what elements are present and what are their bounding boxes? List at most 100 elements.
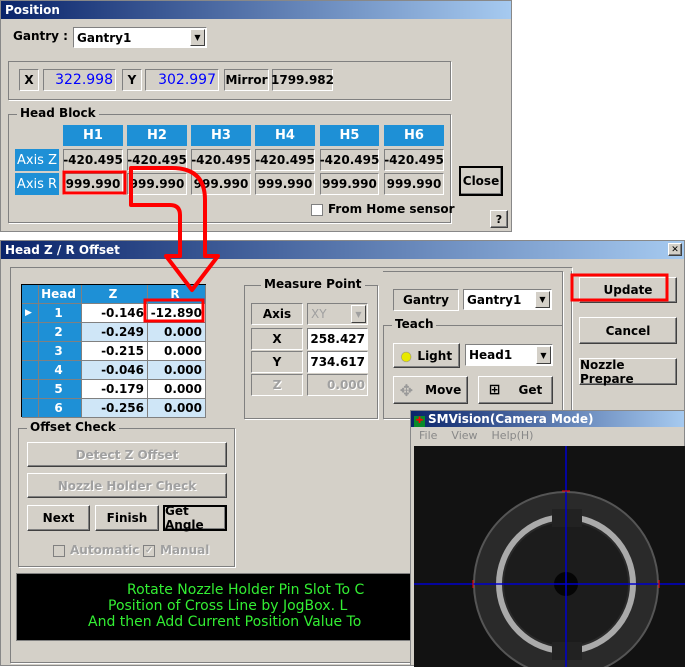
offset-gantry-value: Gantry1 — [467, 292, 522, 307]
measure-axis-value: XY — [311, 307, 327, 321]
checkbox-icon[interactable] — [311, 203, 323, 216]
close-button[interactable]: Close — [459, 166, 503, 196]
grid-head-cell: 1 — [39, 304, 82, 323]
message-panel: Rotate Nozzle Holder Pin Slot To C Posit… — [16, 573, 416, 641]
camera-menu: File View Help(H) — [419, 429, 533, 442]
measure-axis-label: Axis — [251, 303, 303, 325]
measure-axis-select[interactable]: XY ▼ — [307, 303, 368, 325]
offset-gantry-select[interactable]: Gantry1 ▼ — [463, 289, 552, 310]
axis-z-h2: -420.495 — [127, 149, 187, 171]
measure-x-input[interactable]: 258.427 — [307, 328, 368, 350]
head-grid: Head Z R ▶ 1 -0.146 -12.890 2 -0.249 0.000 3 -0.… — [21, 284, 206, 418]
axis-r-h4: 999.990 — [255, 173, 315, 195]
get-angle-button[interactable]: Get Angle — [163, 504, 227, 532]
menu-view[interactable]: View — [451, 429, 477, 442]
measure-z-label: Z — [251, 374, 303, 396]
grid-z-cell[interactable]: -0.046 — [82, 361, 148, 380]
manual-label: Manual — [160, 543, 210, 557]
message-line-1: Rotate Nozzle Holder Pin Slot To C — [127, 582, 365, 598]
automatic-label: Automatic — [70, 543, 140, 557]
message-line-2: Position of Cross Line by JogBox. L — [108, 598, 348, 614]
position-title: Position — [1, 1, 511, 19]
x-label: X — [19, 69, 39, 91]
cancel-button[interactable]: Cancel — [579, 317, 677, 344]
move-button[interactable]: ✥ Move — [393, 376, 468, 404]
manual-checkbox[interactable]: ✓ Manual — [143, 543, 209, 557]
checkbox-icon[interactable] — [53, 544, 65, 557]
axis-z-h4: -420.495 — [255, 149, 315, 171]
head-h1-header: H1 — [63, 125, 123, 146]
window-close-button[interactable]: ✕ — [668, 243, 682, 256]
axis-r-h1: 999.990 — [63, 173, 123, 195]
axis-r-h2: 999.990 — [127, 173, 187, 195]
measure-point-label: Measure Point — [261, 277, 365, 291]
grid-r-cell[interactable]: 0.000 — [148, 323, 206, 342]
mirror-value: 1799.982 — [271, 69, 334, 91]
get-label: Get — [518, 383, 543, 397]
chevron-down-icon[interactable]: ▼ — [351, 305, 366, 323]
detect-z-offset-button[interactable]: Detect Z Offset — [27, 442, 227, 467]
camera-view — [414, 446, 685, 667]
head-block-label: Head Block — [17, 106, 99, 120]
axis-r-h3: 999.990 — [191, 173, 251, 195]
axis-z-h6: -420.495 — [384, 149, 444, 171]
checkmark-icon[interactable]: ✓ — [143, 544, 155, 557]
nozzle-holder-check-button[interactable]: Nozzle Holder Check — [27, 473, 227, 498]
get-button[interactable]: ⊞ Get — [478, 376, 553, 404]
move-arrows-icon: ✥ — [399, 380, 414, 400]
light-button[interactable]: ● Light — [393, 343, 460, 368]
measure-y-label: Y — [251, 351, 303, 373]
next-button[interactable]: Next — [27, 505, 90, 531]
head-h2-header: H2 — [127, 125, 187, 146]
grid-r-cell[interactable]: 0.000 — [148, 399, 206, 418]
grid-header-head: Head — [39, 285, 82, 304]
grid-head-cell: 2 — [39, 323, 82, 342]
nozzle-prepare-button[interactable]: Nozzle Prepare — [579, 358, 677, 386]
from-home-sensor-checkbox[interactable]: From Home sensor — [311, 202, 455, 216]
light-label: Light — [417, 348, 453, 363]
grid-r-cell[interactable]: 0.000 — [148, 361, 206, 380]
head-h6-header: H6 — [384, 125, 444, 146]
grid-r-cell[interactable]: 0.000 — [148, 342, 206, 361]
grid-head-cell: 5 — [39, 380, 82, 399]
grid-z-cell[interactable]: -0.256 — [82, 399, 148, 418]
grid-z-cell[interactable]: -0.249 — [82, 323, 148, 342]
grid-z-cell: -0.146 — [82, 304, 148, 323]
menu-help[interactable]: Help(H) — [492, 429, 534, 442]
axis-z-h3: -420.495 — [191, 149, 251, 171]
chevron-down-icon[interactable]: ▼ — [190, 29, 205, 46]
grid-r-cell[interactable]: 0.000 — [148, 380, 206, 399]
update-button[interactable]: Update — [579, 277, 677, 303]
coordinate-grid-icon: ⊞ — [488, 382, 501, 398]
grid-header-r: R — [148, 285, 206, 304]
gantry-label: Gantry : — [13, 29, 68, 43]
grid-z-cell[interactable]: -0.179 — [82, 380, 148, 399]
head-select[interactable]: Head1 ▼ — [465, 344, 553, 366]
camera-title-text: SMVision(Camera Mode) — [428, 412, 594, 426]
mirror-label: Mirror — [224, 69, 269, 91]
automatic-checkbox[interactable]: Automatic — [53, 543, 139, 557]
position-window: Position Gantry : Gantry1 ▼ X 322.998 Y 3… — [0, 0, 512, 232]
row-selector-icon — [22, 342, 39, 361]
measure-y-input[interactable]: 734.617 — [307, 351, 368, 373]
grid-head-cell: 3 — [39, 342, 82, 361]
finish-button[interactable]: Finish — [95, 505, 159, 531]
camera-app-icon: ✚ — [414, 416, 425, 427]
light-bulb-icon: ● — [400, 348, 412, 363]
grid-z-cell[interactable]: -0.215 — [82, 342, 148, 361]
x-value: 322.998 — [43, 69, 116, 91]
menu-file[interactable]: File — [419, 429, 437, 442]
measure-z-input[interactable]: 0.000 — [307, 374, 368, 396]
teach-label: Teach — [392, 317, 437, 331]
gantry-select[interactable]: Gantry1 ▼ — [73, 27, 207, 48]
y-label: Y — [122, 69, 142, 91]
y-value: 302.997 — [145, 69, 219, 91]
row-selector-icon — [22, 361, 39, 380]
chevron-down-icon[interactable]: ▼ — [535, 291, 550, 308]
help-button[interactable]: ? — [490, 210, 508, 228]
grid-header-z: Z — [82, 285, 148, 304]
chevron-down-icon[interactable]: ▼ — [536, 346, 551, 364]
row-selector-icon — [22, 323, 39, 342]
offset-check-label: Offset Check — [27, 420, 119, 434]
row-selector-icon — [22, 380, 39, 399]
